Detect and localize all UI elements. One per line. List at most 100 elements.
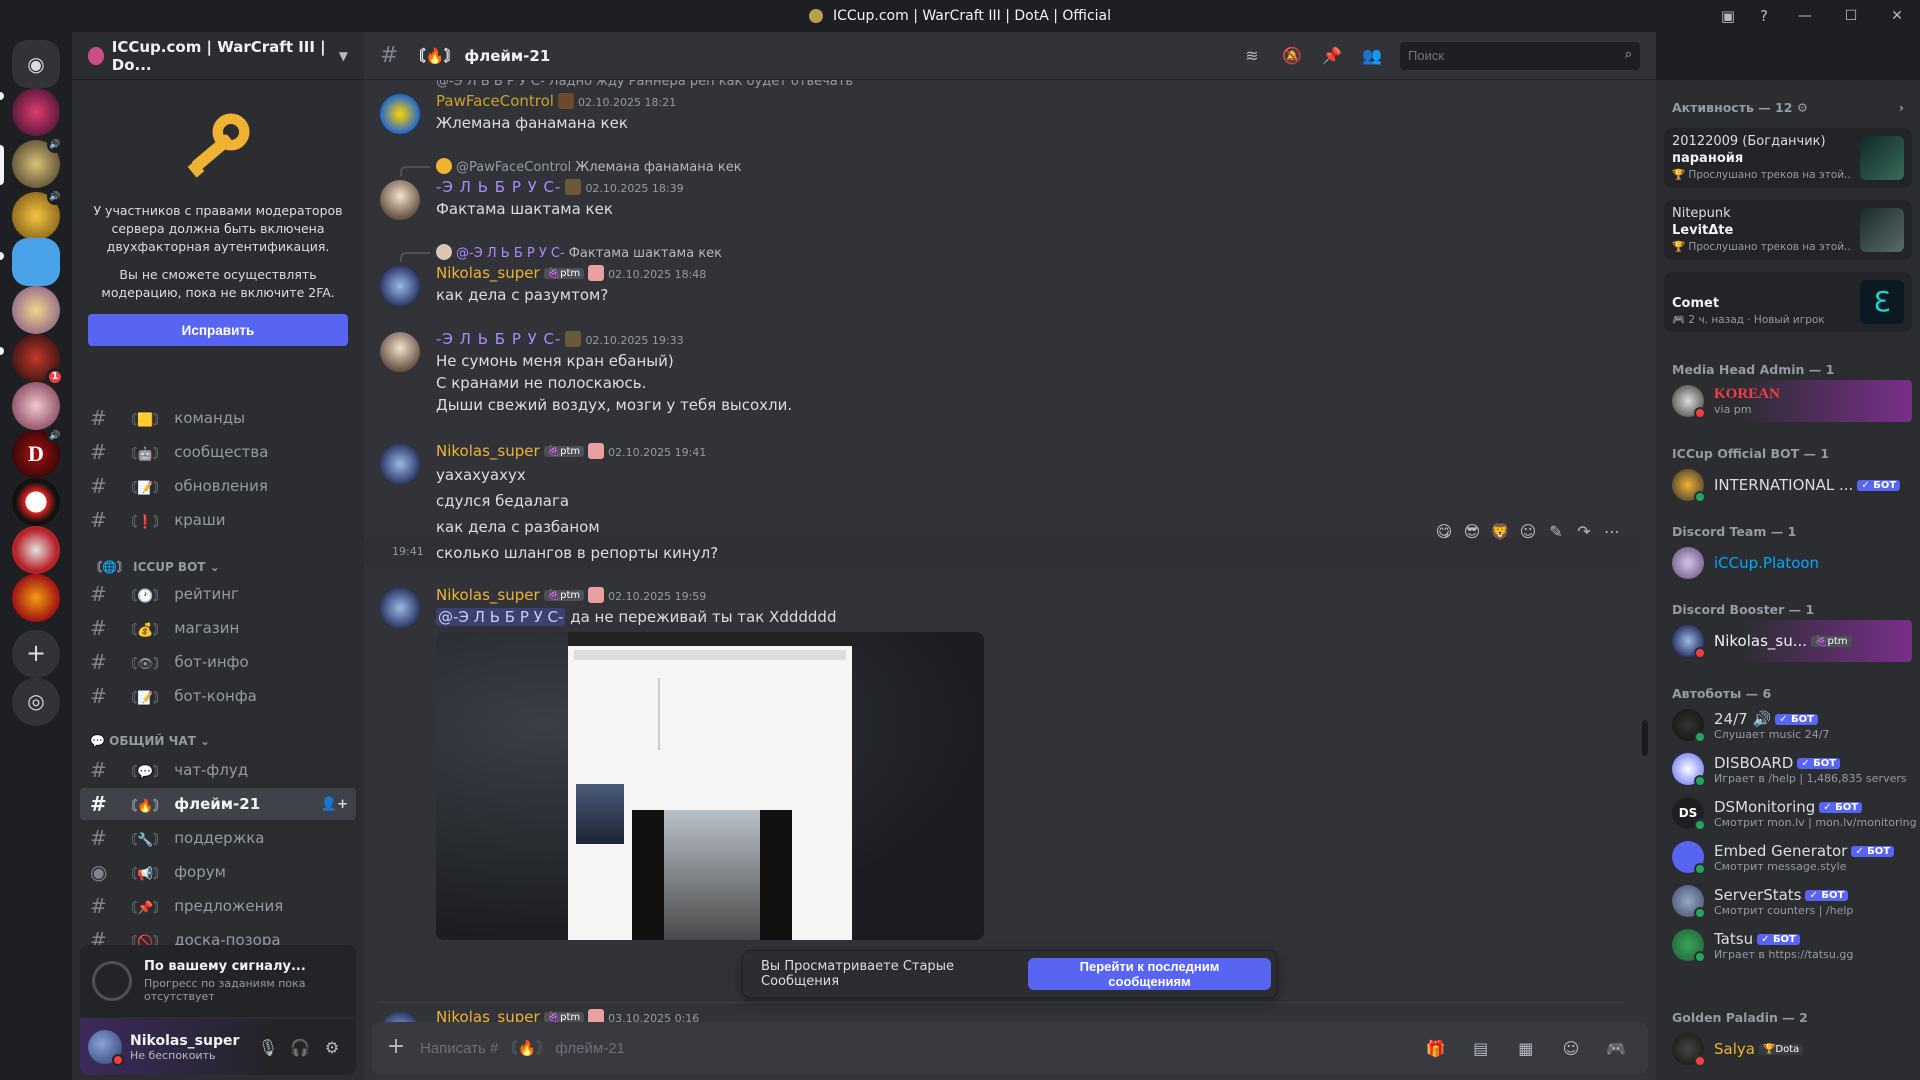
search-input[interactable]: [1400, 41, 1640, 70]
user-mention[interactable]: @-Э Л Ь Б Р У С-: [436, 608, 566, 626]
member-item[interactable]: Salya 🏆Dota: [1664, 1028, 1912, 1070]
bot-badge: ✓ БОТ: [1819, 801, 1863, 813]
reaction-emoji-icon[interactable]: 😋: [1430, 522, 1458, 541]
gif-icon[interactable]: ▤: [1461, 1039, 1501, 1058]
add-server-icon[interactable]: +: [12, 630, 60, 678]
forward-icon[interactable]: ↷: [1570, 522, 1598, 541]
headphones-icon[interactable]: 🎧: [284, 1031, 316, 1063]
activity-card[interactable]: Comet 🎮 2 ч. назад · Новый игрок Ɛ: [1664, 272, 1912, 332]
category-iccup-bot[interactable]: 〘🌐〙 ICCup BOT ⌄: [90, 558, 220, 575]
avatar: [1672, 709, 1706, 743]
activities-icon[interactable]: 🎮: [1596, 1039, 1636, 1058]
fix-2fa-button[interactable]: Исправить: [88, 314, 348, 346]
category-general-chat[interactable]: 💬 ОБЩИЙ ЧАТ ⌄: [90, 734, 210, 748]
role-badge-icon: [565, 179, 582, 195]
server-girl-icon[interactable]: [12, 382, 60, 430]
server-meduzo-icon[interactable]: [12, 526, 60, 574]
gear-icon[interactable]: ⚙: [316, 1031, 348, 1063]
server-smile-icon[interactable]: [12, 238, 60, 286]
server-iccup-icon[interactable]: 🔊: [12, 137, 63, 188]
avatar[interactable]: [380, 266, 420, 306]
member-item[interactable]: Nikolas_su... 🍇ptm: [1664, 620, 1912, 662]
gift-icon[interactable]: 🎁: [1416, 1039, 1456, 1058]
reaction-emoji-icon[interactable]: 🦁: [1486, 522, 1514, 541]
activity-card[interactable]: 20122009 (Богданчик) паранойя 🏆 Прослуша…: [1664, 128, 1912, 188]
avatar[interactable]: [380, 444, 420, 484]
message-input[interactable]: [420, 1039, 1416, 1057]
server-yellow-icon[interactable]: 🔊: [12, 189, 63, 240]
channel-forum[interactable]: ◉ 〘📢〙 форум: [80, 856, 356, 888]
server-circle-icon[interactable]: [12, 478, 60, 526]
member-item[interactable]: iCCup.Platoon: [1664, 542, 1912, 584]
member-item[interactable]: KOREAN via pm: [1664, 380, 1912, 422]
member-item[interactable]: ServerStats ✓ БОТ Смотрит counters | /help: [1664, 880, 1912, 922]
mute-icon[interactable]: 🔕: [1272, 46, 1312, 65]
avatar[interactable]: [380, 94, 420, 134]
channel-krashi[interactable]: # 〘❗〙 краши: [80, 504, 356, 536]
server-dark-icon[interactable]: 1: [12, 334, 64, 386]
chevron-right-icon[interactable]: ›: [1899, 100, 1904, 115]
activity-card[interactable]: Nitepunk LevitΔte 🏆 Прослушано треков на…: [1664, 200, 1912, 260]
channel-magazin[interactable]: # 〘💰〙 магазин: [80, 612, 356, 644]
microphone-icon[interactable]: 🎙: [252, 1031, 284, 1063]
edit-icon[interactable]: ✎: [1542, 522, 1570, 541]
avatar[interactable]: [380, 588, 420, 628]
sticker-icon[interactable]: ▦: [1506, 1039, 1546, 1058]
channel-bot-konfa[interactable]: # 〘📝〙 бот-конфа: [80, 680, 356, 712]
message-author[interactable]: PawFaceControl 02.10.2025 18:21: [436, 92, 676, 110]
avatar[interactable]: [88, 1030, 124, 1066]
channel-podderzhka[interactable]: # 〘🔧〙 поддержка: [80, 822, 356, 854]
channel-predlozheniya[interactable]: # 〘📌〙 предложения: [80, 890, 356, 922]
server-star-icon[interactable]: [12, 88, 60, 136]
server-red-icon[interactable]: [12, 574, 60, 622]
discord-home-icon[interactable]: ◉: [12, 40, 60, 88]
add-reaction-icon[interactable]: ☺: [1514, 522, 1542, 541]
channel-bot-info[interactable]: # 〘👁〙 бот-инфо: [80, 646, 356, 678]
members-icon[interactable]: 👥: [1352, 46, 1392, 65]
invite-user-icon[interactable]: 👤+: [321, 797, 348, 812]
message-author[interactable]: -Э Л Ь Б Р У С- 02.10.2025 19:33: [436, 330, 684, 348]
member-item[interactable]: DS DSMonitoring ✓ БОТ Смотрит mon.lv | mon…: [1664, 792, 1917, 834]
channel-fleym-21[interactable]: # 〘🔥〙 флейм-21 👤+: [80, 788, 356, 820]
bot-badge: ✓ БОТ: [1797, 757, 1841, 769]
message-author[interactable]: Nikolas_super 🍇ptm 02.10.2025 18:48: [436, 264, 706, 282]
member-item[interactable]: INTERNATIONAL ... ✓ БОТ: [1664, 464, 1912, 506]
message-author[interactable]: Nikolas_super 🍇ptm 02.10.2025 19:59: [436, 586, 706, 604]
mention-badge: 1: [46, 368, 64, 386]
emoji-icon[interactable]: ☺: [1551, 1039, 1591, 1058]
member-item[interactable]: Tatsu ✓ БОТ Играет в https://tatsu.gg: [1664, 924, 1912, 966]
message-text: Фактама шактама кек: [436, 200, 613, 218]
server-anime-icon[interactable]: [12, 286, 60, 334]
pin-icon[interactable]: 📌: [1312, 46, 1352, 65]
discover-icon[interactable]: ◎: [12, 678, 60, 726]
more-icon[interactable]: ⋯: [1598, 522, 1626, 541]
channel-label: чат-флуд: [174, 761, 249, 779]
server-diablo-icon[interactable]: D 🔊: [12, 427, 63, 478]
help-icon[interactable]: ?: [1746, 0, 1782, 32]
inbox-icon[interactable]: ▣: [1710, 0, 1746, 32]
avatar[interactable]: [380, 332, 420, 372]
close-icon[interactable]: ✕: [1874, 0, 1920, 32]
server-header[interactable]: ICCup.com | WarCraft III | Do... ▼: [72, 32, 364, 80]
message-author[interactable]: -Э Л Ь Б Р У С- 02.10.2025 18:39: [436, 178, 684, 196]
minimize-icon[interactable]: —: [1782, 0, 1828, 32]
threads-icon[interactable]: ≋: [1232, 46, 1272, 65]
member-item[interactable]: DISBOARD ✓ БОТ Играет в /help | 1,486,835 …: [1664, 748, 1912, 790]
reaction-emoji-icon[interactable]: 😎: [1458, 522, 1486, 541]
avatar[interactable]: [380, 180, 420, 220]
channel-obnovleniya[interactable]: # 〘📝〙 обновления: [80, 470, 356, 502]
channel-chat-flud[interactable]: # 〘💬〙 чат-флуд: [80, 754, 356, 786]
add-attachment-icon[interactable]: +: [384, 1036, 408, 1060]
image-attachment[interactable]: [436, 632, 984, 940]
channel-soobshchestva[interactable]: # 〘🤖〙 сообщества: [80, 436, 356, 468]
jump-to-latest-button[interactable]: Перейти к последним сообщениям: [1027, 958, 1271, 990]
maximize-icon[interactable]: ☐: [1828, 0, 1874, 32]
channel-reyting[interactable]: # 〘🕐〙 рейтинг: [80, 578, 356, 610]
message-author[interactable]: Nikolas_super 🍇ptm 02.10.2025 19:41: [436, 442, 706, 460]
scrollbar[interactable]: [1642, 720, 1648, 756]
channel-emoji: 〘🔧〙: [124, 832, 167, 848]
member-item[interactable]: 24/7 🔊 ✓ БОТ Слушает music 24/7: [1664, 704, 1912, 746]
member-item[interactable]: Embed Generator ✓ БОТ Смотрит message.styl…: [1664, 836, 1912, 878]
quest-progress-card[interactable]: По вашему сигналу... Прогресс по задания…: [80, 945, 356, 1017]
channel-komandy[interactable]: # 〘🟨〙 команды: [80, 402, 356, 434]
